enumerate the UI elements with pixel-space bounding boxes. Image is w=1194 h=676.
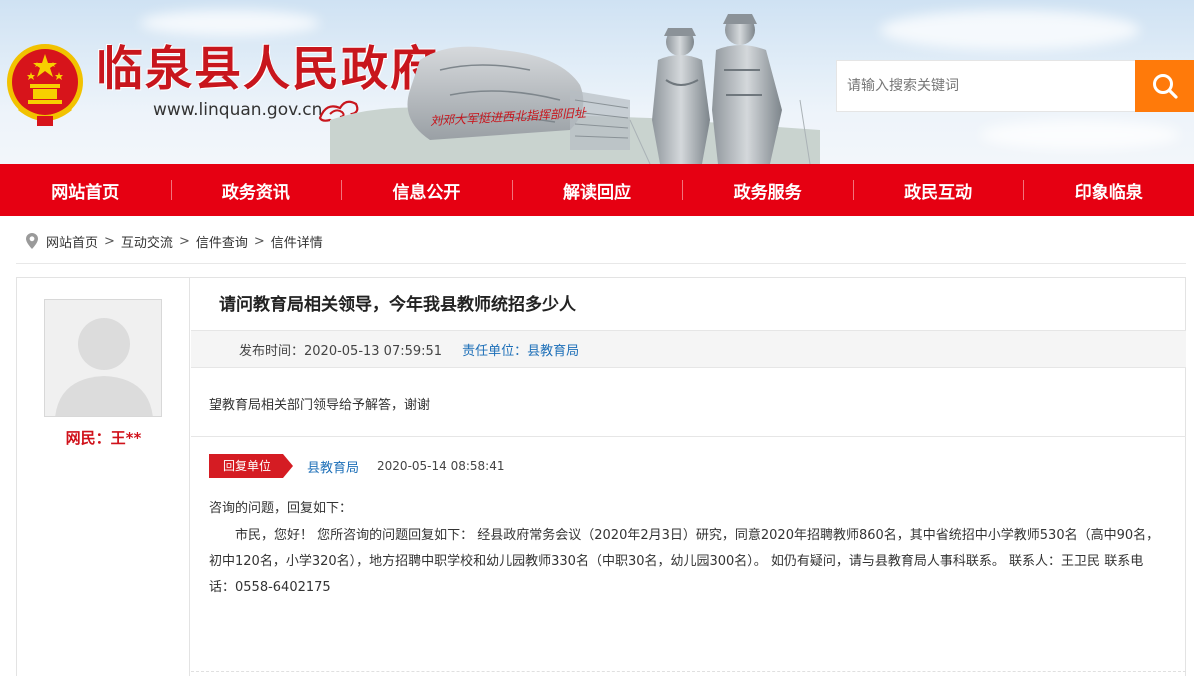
reply-unit: 县教育局 [307, 460, 360, 476]
letter-question: 望教育局相关部门领导给予解答，谢谢 [209, 398, 431, 413]
nav-item-services[interactable]: 政务服务 [682, 164, 853, 216]
breadcrumb-divider [16, 263, 1186, 264]
nav-item-impression[interactable]: 印象临泉 [1023, 164, 1194, 216]
letter-meta-bar: 发布时间：2020-05-13 07:59:51 责任单位：县教育局 [191, 330, 1186, 368]
main-nav: 网站首页 政务资讯 信息公开 解读回应 政务服务 政民互动 印象临泉 [0, 164, 1194, 216]
letter-title: 请问教育局相关领导，今年我县教师统招多少人 [219, 295, 576, 315]
nav-item-interpretation[interactable]: 解读回应 [511, 164, 683, 216]
search-icon [1152, 74, 1178, 99]
cloud-decoration [140, 10, 320, 36]
breadcrumb-separator: > [253, 233, 265, 249]
reply-unit-tag: 回复单位 [209, 454, 294, 478]
reply-body: 市民，您好！ 您所咨询的问题回复如下： 经县政府常务会议（2020年2月3日）研… [209, 528, 1160, 595]
user-sidebar: 网民：王** [17, 278, 190, 676]
nav-item-info-disclosure[interactable]: 信息公开 [341, 164, 512, 216]
reply-intro: 咨询的问题，回复如下： [209, 501, 353, 516]
cloud-decoration [980, 120, 1180, 150]
reply-bottom-divider [191, 671, 1186, 672]
responsible-unit: 责任单位：县教育局 [462, 343, 580, 359]
location-pin-icon [26, 233, 38, 249]
site-url: www.linquan.gov.cn [153, 100, 323, 120]
publish-time: 发布时间：2020-05-13 07:59:51 [239, 343, 443, 359]
monument-scene-illustration [330, 14, 820, 164]
reply-header: 回复单位 县教育局 2020-05-14 08:58:41 [209, 453, 504, 479]
breadcrumb-home[interactable]: 网站首页 [46, 232, 98, 251]
breadcrumb: 网站首页 > 互动交流 > 信件查询 > 信件详情 [26, 230, 323, 252]
cloud-decoration [880, 10, 1140, 50]
breadcrumb-separator: > [178, 233, 190, 249]
national-emblem-icon [7, 44, 83, 126]
reply-time: 2020-05-14 08:58:41 [377, 459, 505, 473]
search-input[interactable] [836, 60, 1136, 112]
avatar [44, 299, 162, 417]
breadcrumb-current: 信件详情 [270, 235, 323, 251]
default-avatar-icon [45, 300, 161, 416]
site-header: 临泉县人民政府 www.linquan.gov.cn 刘邓大军挺进西北指挥部旧址… [0, 0, 1194, 164]
breadcrumb-interaction[interactable]: 互动交流 [121, 232, 173, 251]
nav-item-interaction[interactable]: 政民互动 [852, 164, 1024, 216]
letter-content: 请问教育局相关领导，今年我县教师统招多少人 发布时间：2020-05-13 07… [191, 278, 1186, 676]
breadcrumb-letter-query[interactable]: 信件查询 [196, 232, 248, 251]
search-button[interactable] [1135, 60, 1194, 112]
nav-item-news[interactable]: 政务资讯 [170, 164, 342, 216]
letter-detail-panel: 网民：王** 请问教育局相关领导，今年我县教师统招多少人 发布时间：2020-0… [16, 277, 1186, 676]
content-divider [191, 436, 1186, 437]
user-name: 网民：王** [65, 429, 142, 447]
nav-item-home[interactable]: 网站首页 [0, 164, 171, 216]
breadcrumb-separator: > [104, 233, 115, 249]
